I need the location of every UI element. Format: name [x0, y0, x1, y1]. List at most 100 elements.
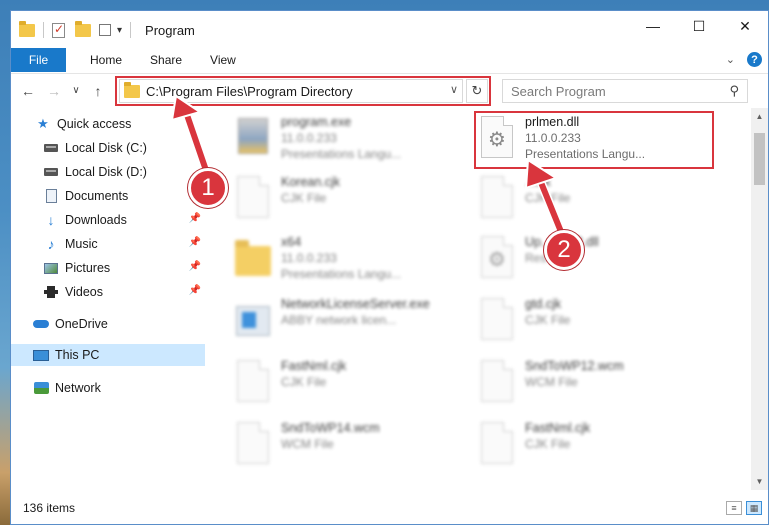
- pin-icon[interactable]: 📌: [189, 237, 201, 248]
- file-icon: [233, 176, 273, 222]
- onedrive-icon: [33, 316, 49, 332]
- sidebar-item-videos[interactable]: Videos 📌: [43, 281, 207, 303]
- file-version: 11.0.0.233: [281, 251, 337, 265]
- search-box[interactable]: ⚲: [502, 79, 748, 103]
- file-type: CJK File: [525, 437, 571, 451]
- file-icon: [477, 422, 517, 468]
- sidebar-item-quick-access[interactable]: ★ Quick access: [35, 113, 207, 135]
- quick-access-toolbar: ▾: [19, 20, 135, 38]
- file-name: Korean.cjk: [281, 175, 341, 189]
- minimize-button[interactable]: —: [630, 11, 676, 41]
- properties-icon[interactable]: [52, 22, 65, 38]
- pin-icon[interactable]: 📌: [189, 261, 201, 272]
- file-type: WCM File: [281, 437, 334, 451]
- status-bar: 136 items ≡ ▦: [11, 491, 768, 524]
- customize-toolbar-icon[interactable]: [99, 24, 111, 36]
- folder-tile[interactable]: x64 11.0.0.233 Presentations Langu...: [233, 232, 473, 290]
- sidebar-item-label: Local Disk (D:): [65, 165, 147, 179]
- back-arrow-icon[interactable]: ←: [17, 83, 39, 99]
- sidebar-item-network[interactable]: Network: [33, 377, 207, 399]
- sidebar-item-label: Quick access: [57, 117, 132, 131]
- chevron-down-icon[interactable]: ▾: [117, 25, 122, 36]
- pin-icon[interactable]: 📌: [189, 285, 201, 296]
- tab-view[interactable]: View: [196, 53, 250, 67]
- file-name: gtd.cjk: [525, 297, 562, 311]
- navigation-pane: ★ Quick access Local Disk (C:) Local Dis…: [11, 108, 207, 490]
- sidebar-item-documents[interactable]: Documents 📌: [43, 185, 207, 207]
- pin-icon[interactable]: 📌: [189, 213, 201, 224]
- file-tile[interactable]: program.exe 11.0.0.233 Presentations Lan…: [233, 112, 473, 170]
- scrollbar-thumb[interactable]: [754, 133, 765, 185]
- file-name: x64: [281, 235, 302, 249]
- sidebar-item-label: Local Disk (C:): [65, 141, 147, 155]
- annotation-badge-1: 1: [188, 168, 228, 208]
- sidebar-item-label: Downloads: [65, 213, 127, 227]
- file-icon: [477, 360, 517, 406]
- file-name: ...cjk: [525, 175, 551, 189]
- search-icon[interactable]: ⚲: [729, 83, 739, 99]
- exe-icon: [233, 298, 273, 344]
- file-version: 11.0.0.233: [281, 131, 337, 145]
- sidebar-item-music[interactable]: ♪ Music 📌: [43, 233, 207, 255]
- file-tile[interactable]: gtd.cjk CJK File: [477, 294, 717, 352]
- search-input[interactable]: [511, 83, 711, 99]
- folder-icon[interactable]: [19, 20, 35, 37]
- dll-file-highlight-box: [474, 111, 714, 169]
- file-tile[interactable]: SndToWP14.wcm WCM File: [233, 418, 473, 476]
- disk-icon: [43, 164, 59, 180]
- file-type: CJK File: [281, 191, 327, 205]
- details-view-icon[interactable]: ≡: [726, 501, 742, 515]
- file-tile[interactable]: Korean.cjk CJK File: [233, 172, 473, 230]
- file-tile[interactable]: ...cjk CJK File: [477, 172, 717, 230]
- file-icon: [477, 176, 517, 222]
- file-name: FastNml.cjk: [525, 421, 591, 435]
- toolbar-divider: [43, 22, 44, 38]
- file-icon: [233, 422, 273, 468]
- scroll-down-arrow-icon[interactable]: ▼: [751, 473, 768, 490]
- file-description: Presentations Langu...: [281, 267, 402, 281]
- recent-locations-chevron-icon[interactable]: ∨: [65, 85, 87, 96]
- tab-file[interactable]: File: [11, 48, 66, 72]
- file-name: SndToWP14.wcm: [281, 421, 380, 435]
- scroll-up-arrow-icon[interactable]: ▲: [751, 108, 768, 125]
- sidebar-item-label: Documents: [65, 189, 129, 203]
- downloads-icon: ↓: [47, 212, 55, 228]
- file-tile[interactable]: FastNml.cjk CJK File: [233, 356, 473, 414]
- file-tile[interactable]: NetworkLicenseServer.exe ABBY network li…: [233, 294, 473, 352]
- forward-arrow-icon[interactable]: →: [43, 83, 65, 99]
- ribbon-right-controls: ⌄ ?: [726, 52, 762, 67]
- close-button[interactable]: ✕: [722, 11, 768, 41]
- tab-share[interactable]: Share: [136, 53, 196, 67]
- sidebar-item-local-disk-c[interactable]: Local Disk (C:): [43, 137, 207, 159]
- sidebar-item-label: This PC: [55, 348, 100, 362]
- new-folder-icon[interactable]: [75, 20, 91, 37]
- help-icon[interactable]: ?: [747, 52, 762, 67]
- up-arrow-icon[interactable]: ↑: [87, 83, 109, 99]
- sidebar-item-onedrive[interactable]: OneDrive: [33, 313, 207, 335]
- sidebar-item-this-pc[interactable]: This PC: [11, 344, 205, 366]
- file-type: WCM File: [525, 375, 578, 389]
- file-description: ABBY network licen...: [281, 313, 397, 327]
- tab-home[interactable]: Home: [76, 53, 136, 67]
- file-tile[interactable]: Up...ent63.dll Res...LL: [477, 232, 717, 290]
- window-title: Program: [145, 22, 195, 38]
- ribbon-tabs: File Home Share View ⌄ ?: [11, 48, 768, 72]
- toolbar-divider: [130, 22, 132, 38]
- large-icons-view-icon[interactable]: ▦: [746, 501, 762, 515]
- view-toggle: ≡ ▦: [726, 501, 762, 515]
- vertical-scrollbar[interactable]: ▲ ▼: [751, 108, 768, 490]
- sidebar-item-downloads[interactable]: ↓ Downloads 📌: [43, 209, 207, 231]
- file-tile[interactable]: SndToWP12.wcm WCM File: [477, 356, 717, 414]
- star-icon: ★: [37, 116, 49, 131]
- file-tile[interactable]: FastNml.cjk CJK File: [477, 418, 717, 476]
- expand-ribbon-chevron-icon[interactable]: ⌄: [726, 53, 735, 66]
- network-icon: [33, 380, 49, 396]
- sidebar-item-label: Videos: [65, 285, 103, 299]
- window-controls: — ☐ ✕: [630, 11, 768, 41]
- sidebar-item-local-disk-d[interactable]: Local Disk (D:): [43, 161, 207, 183]
- maximize-button[interactable]: ☐: [676, 11, 722, 41]
- file-name: NetworkLicenseServer.exe: [281, 297, 430, 311]
- sidebar-item-pictures[interactable]: Pictures 📌: [43, 257, 207, 279]
- music-icon: ♪: [47, 236, 55, 252]
- file-description: Presentations Langu...: [281, 147, 402, 161]
